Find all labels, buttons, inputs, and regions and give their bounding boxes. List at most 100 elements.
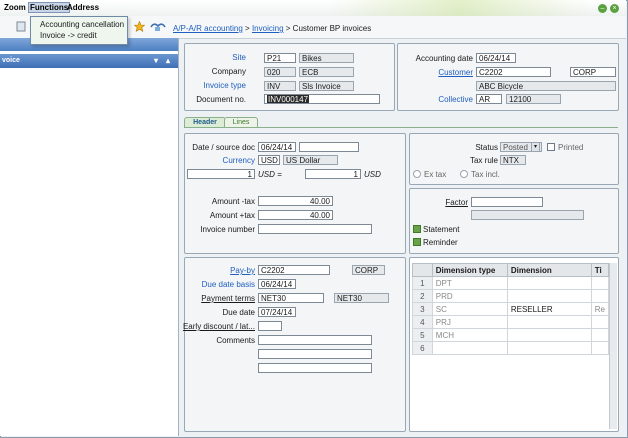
minimize-icon[interactable]: –: [598, 4, 607, 13]
table-row[interactable]: 1 DPT: [412, 276, 610, 290]
printed-label: Printed: [558, 143, 584, 152]
collective-label[interactable]: Collective: [438, 95, 473, 104]
invoice-type-field: INV: [264, 81, 296, 91]
due-date-basis-label[interactable]: Due date basis: [202, 280, 255, 289]
collective-field[interactable]: AR: [476, 94, 502, 104]
pay-by-label[interactable]: Pay-by: [230, 266, 255, 275]
link-icon[interactable]: [150, 21, 166, 32]
invoice-type-description: Sls Invoice: [299, 81, 354, 91]
menu-item-invoice-to-credit[interactable]: Invoice -> credit: [40, 31, 97, 40]
statement-checkbox[interactable]: [413, 225, 421, 233]
left-sidebar: voice ▾ ▴: [0, 38, 179, 436]
column-dimension[interactable]: Dimension: [506, 263, 592, 277]
exchange-rate-unit: USD: [364, 170, 381, 179]
site-label[interactable]: Site: [232, 53, 246, 62]
date-source-label: Date / source doc: [192, 143, 255, 152]
dimension-type-cell[interactable]: DPT: [431, 276, 508, 290]
breadcrumb-ap-ar-accounting[interactable]: A/P-A/R accounting: [173, 24, 243, 33]
accounting-date-field[interactable]: 06/24/14: [476, 53, 516, 63]
amount-excluding-tax-label: Amount -tax: [211, 197, 255, 206]
currency-field[interactable]: USD: [258, 155, 280, 165]
date-source-field[interactable]: 06/24/14: [258, 142, 296, 152]
row-number: 4: [412, 315, 433, 329]
table-row[interactable]: 6: [412, 341, 610, 355]
dimension-type-cell[interactable]: [431, 341, 508, 355]
customer-code-field[interactable]: CORP: [570, 67, 616, 77]
currency-label[interactable]: Currency: [223, 156, 255, 165]
title-cell: [590, 341, 610, 355]
close-icon[interactable]: ×: [610, 4, 619, 13]
breadcrumb-invoicing[interactable]: Invoicing: [252, 24, 284, 33]
factor-label[interactable]: Factor: [445, 198, 468, 207]
payment-terms-description: NET30: [334, 293, 389, 303]
dimension-type-cell[interactable]: SC: [431, 302, 508, 316]
factor-description: [471, 210, 584, 220]
dimension-type-cell[interactable]: MCH: [431, 328, 508, 342]
table-row[interactable]: 4 PRJ: [412, 315, 610, 329]
due-date-basis-field[interactable]: 06/24/14: [258, 279, 296, 289]
early-discount-field[interactable]: [258, 321, 282, 331]
dimension-cell[interactable]: [506, 315, 592, 329]
menu-functions[interactable]: Functions: [28, 2, 71, 13]
chevron-up-icon[interactable]: ▴: [166, 56, 170, 65]
tax-rule-label: Tax rule: [469, 156, 498, 165]
dimension-cell[interactable]: [506, 289, 592, 303]
dimension-type-cell[interactable]: PRJ: [431, 315, 508, 329]
invoice-type-label[interactable]: Invoice type: [203, 81, 246, 90]
ex-tax-label: Ex tax: [424, 170, 447, 179]
due-date-field[interactable]: 07/24/14: [258, 307, 296, 317]
dimension-grid-panel: Dimension type Dimension Ti 1 DPT 2 PRD …: [409, 257, 619, 432]
chevron-down-icon[interactable]: ▾: [154, 56, 158, 65]
factor-field[interactable]: [471, 197, 543, 207]
dimension-type-cell[interactable]: PRD: [431, 289, 508, 303]
source-document-field[interactable]: [299, 142, 359, 152]
dimension-cell[interactable]: [506, 341, 592, 355]
early-discount-label[interactable]: Early discount / lat...: [183, 322, 255, 331]
status-dropdown-icon[interactable]: ▾: [531, 142, 540, 152]
comments-field-2[interactable]: [258, 349, 372, 359]
pay-by-code: CORP: [352, 265, 385, 275]
row-number: 2: [412, 289, 433, 303]
row-number: 5: [412, 328, 433, 342]
breadcrumb-separator: >: [285, 24, 291, 33]
column-title[interactable]: Ti: [590, 263, 610, 277]
customer-name: ABC Bicycle: [476, 81, 616, 91]
dimension-cell[interactable]: [506, 328, 592, 342]
accounting-date-label: Accounting date: [415, 54, 473, 63]
table-row[interactable]: 2 PRD: [412, 289, 610, 303]
pay-by-field[interactable]: C2202: [258, 265, 330, 275]
payment-terms-field[interactable]: NET30: [258, 293, 324, 303]
grid-scrollbar[interactable]: [609, 263, 617, 429]
favorite-star-icon[interactable]: [134, 21, 145, 32]
comments-field-1[interactable]: [258, 335, 372, 345]
customer-panel: Accounting date 06/24/14 Customer C2202 …: [397, 43, 619, 111]
document-no-label: Document no.: [196, 95, 246, 104]
due-date-label: Due date: [222, 308, 255, 317]
document-no-field[interactable]: INV000147: [264, 94, 380, 104]
title-cell: [590, 328, 610, 342]
table-row[interactable]: 3 SC RESELLER Re: [412, 302, 610, 316]
dimension-cell[interactable]: RESELLER: [506, 302, 592, 316]
comments-field-3[interactable]: [258, 363, 372, 373]
payment-terms-label[interactable]: Payment terms: [201, 294, 255, 303]
reminder-checkbox[interactable]: [413, 238, 421, 246]
menu-item-accounting-cancellation[interactable]: Accounting cancellation: [40, 20, 124, 29]
document-icon[interactable]: [16, 21, 27, 32]
amount-excluding-tax-field[interactable]: 40.00: [258, 196, 333, 206]
amount-including-tax-field[interactable]: 40.00: [258, 210, 333, 220]
company-description: ECB: [299, 67, 354, 77]
column-dimension-type[interactable]: Dimension type: [431, 263, 508, 277]
invoice-number-field[interactable]: [258, 224, 372, 234]
customer-label[interactable]: Customer: [438, 68, 473, 77]
site-field[interactable]: P21: [264, 53, 296, 63]
exchange-rate-left[interactable]: 1: [187, 169, 255, 179]
table-row[interactable]: 5 MCH: [412, 328, 610, 342]
customer-field[interactable]: C2202: [476, 67, 551, 77]
exchange-rate-right[interactable]: 1: [305, 169, 361, 179]
menu-address[interactable]: Address: [67, 3, 99, 12]
dimension-cell[interactable]: [506, 276, 592, 290]
sidebar-section-invoice[interactable]: voice ▾ ▴: [0, 54, 178, 68]
menu-zoom[interactable]: Zoom: [4, 3, 26, 12]
invoice-number-label: Invoice number: [200, 225, 255, 234]
row-number: 3: [412, 302, 433, 316]
